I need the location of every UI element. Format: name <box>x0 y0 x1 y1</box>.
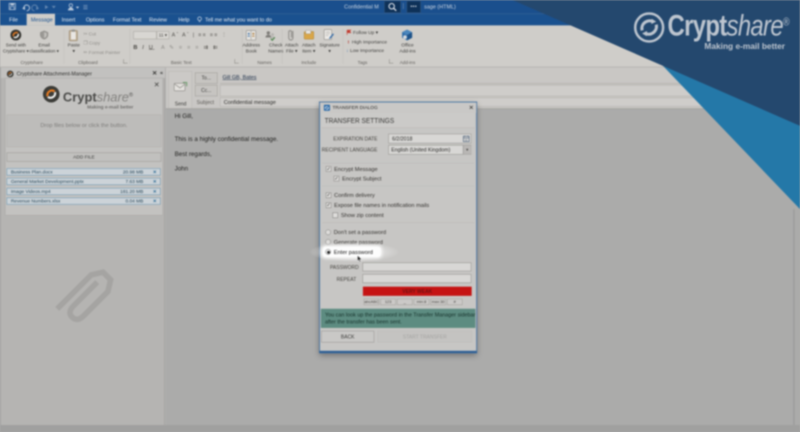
svg-text:11: 11 <box>465 138 468 142</box>
